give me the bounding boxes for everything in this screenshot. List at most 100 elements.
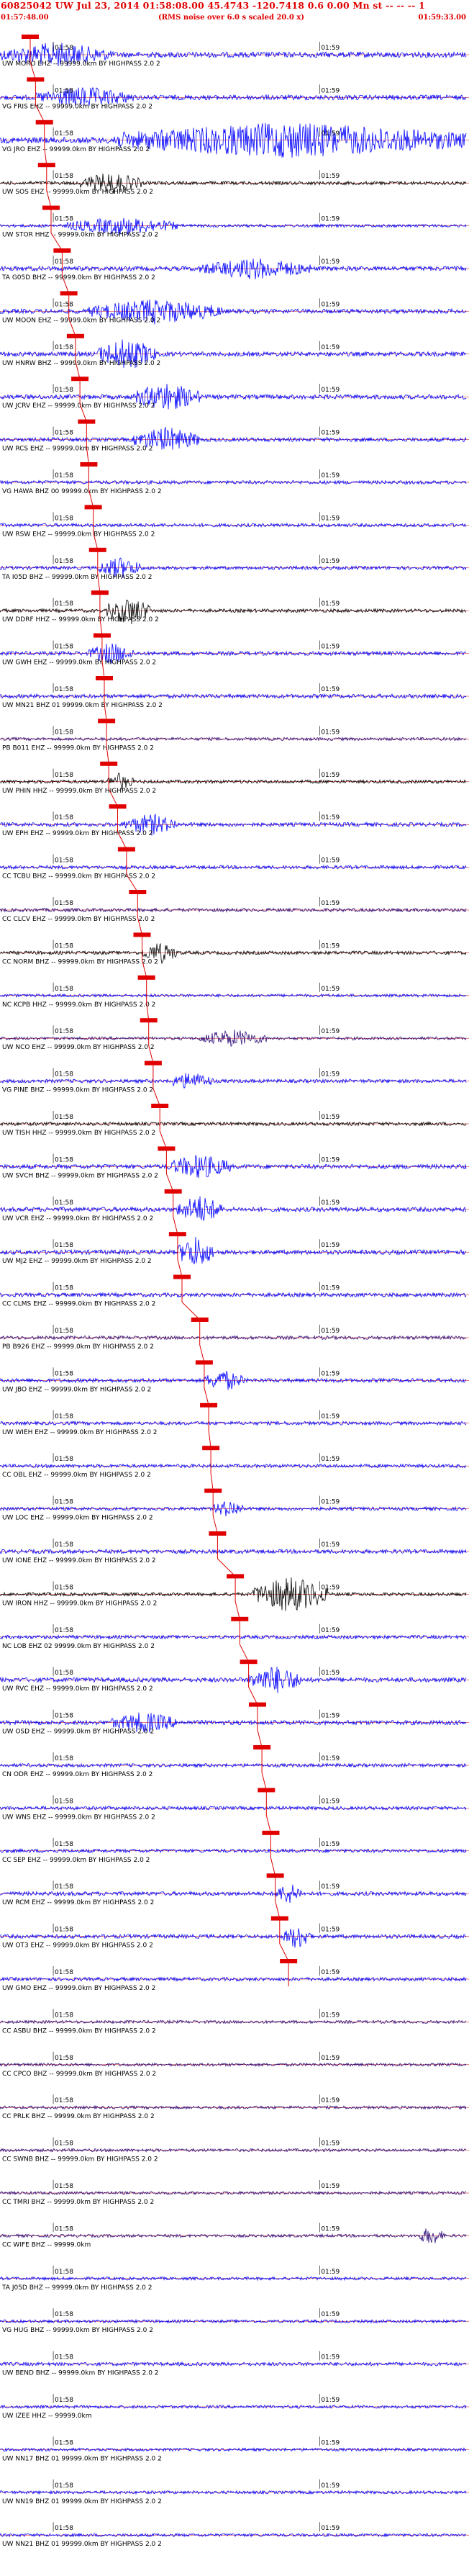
minute-tick-label: 01:59 [321, 2269, 340, 2276]
trace-row: UW IZEE HHZ -- 99999.0km 01:58 01:59 [0, 2394, 469, 2420]
station-label: VG PINE BHZ -- 99999.0km BY HIGHPASS 2.0… [2, 1087, 153, 1094]
minute-tick-label: 01:59 [321, 2525, 340, 2532]
seismogram-plot: UW MORO EHZ -- 99999.0km BY HIGHPASS 2.0… [0, 35, 469, 2548]
station-label: UW MN21 BHZ 01 99999.0km BY HIGHPASS 2.0… [2, 702, 163, 709]
station-label: UW HNRW BHZ -- 99999.0km BY HIGHPASS 2.0… [2, 360, 160, 367]
trace-row: UW WIEH EHZ -- 99999.0km BY HIGHPASS 2.0… [0, 1402, 469, 1436]
minute-tick-label: 01:58 [55, 1156, 73, 1163]
station-label: UW MOON EHZ -- 99999.0km BY HIGHPASS 2.0… [2, 317, 160, 324]
station-label: VG HAWA BHZ 00 99999.0km BY HIGHPASS 2.0… [2, 488, 162, 495]
station-label: UW IZEE HHZ -- 99999.0km [2, 2413, 92, 2420]
minute-tick-label: 01:58 [55, 1028, 73, 1035]
minute-tick-label: 01:59 [321, 1370, 340, 1377]
station-label: UW DDRF HHZ -- 99999.0km BY HIGHPASS 2.0… [2, 616, 159, 623]
trace-row: VG HUG BHZ -- 99999.0km BY HIGHPASS 2.0 … [0, 2308, 469, 2334]
station-label: UW NN19 BHZ 01 99999.0km BY HIGHPASS 2.0… [2, 2498, 162, 2505]
minute-tick-label: 01:59 [321, 1755, 340, 1762]
minute-tick-label: 01:58 [55, 430, 73, 437]
minute-tick-label: 01:59 [321, 1927, 340, 1934]
trace-row: UW RCS EHZ -- 99999.0km BY HIGHPASS 2.0 … [0, 419, 469, 453]
trace-row: VG FRIS EHZ -- 99999.0km BY HIGHPASS 2.0… [0, 77, 469, 110]
trace-row: UW HNRW BHZ -- 99999.0km BY HIGHPASS 2.0… [0, 333, 469, 368]
minute-tick-label: 01:59 [321, 558, 340, 565]
minute-tick-label: 01:59 [321, 387, 340, 394]
station-label: PB B926 EHZ -- 99999.0km BY HIGHPASS 2.0… [2, 1343, 154, 1351]
minute-tick-label: 01:58 [55, 686, 73, 693]
station-label: UW GMO EHZ -- 99999.0km BY HIGHPASS 2.0 … [2, 1985, 155, 1992]
trace-row: UW PHIN HHZ -- 99999.0km BY HIGHPASS 2.0… [0, 761, 469, 795]
minute-tick-label: 01:58 [55, 2055, 73, 2062]
minute-tick-label: 01:59 [321, 45, 340, 52]
minute-tick-label: 01:59 [321, 344, 340, 351]
minute-tick-label: 01:58 [55, 2225, 73, 2233]
trace-row: UW JCRV EHZ -- 99999.0km BY HIGHPASS 2.0… [0, 377, 469, 410]
minute-tick-label: 01:59 [321, 87, 340, 94]
station-label: UW STOR HHZ -- 99999.0km BY HIGHPASS 2.0… [2, 232, 158, 239]
trace-row: CC CLCV EHZ -- 99999.0km BY HIGHPASS 2.0… [0, 890, 469, 923]
minute-tick-label: 01:59 [321, 1541, 340, 1549]
station-label: UW IRON HHZ -- 99999.0km BY HIGHPASS 2.0… [2, 1600, 157, 1607]
minute-tick-label: 01:58 [55, 1328, 73, 1335]
event-title: 60825042 UW Jul 23, 2014 01:58:08.00 45.… [1, 0, 425, 11]
station-label: UW IONE EHZ -- 99999.0km BY HIGHPASS 2.0… [2, 1557, 156, 1564]
minute-tick-label: 01:59 [321, 173, 340, 180]
station-label: TA I05D BHZ -- 99999.0km BY HIGHPASS 2.0… [1, 574, 152, 581]
minute-tick-label: 01:58 [55, 130, 73, 138]
minute-tick-label: 01:59 [321, 1883, 340, 1891]
station-label: UW RCM EHZ -- 99999.0km BY HIGHPASS 2.0 … [2, 1899, 154, 1906]
moveout-line [29, 37, 289, 1986]
trace-row: UW LOC EHZ -- 99999.0km BY HIGHPASS 2.0 … [0, 1488, 469, 1522]
station-label: VG JRO EHZ -- 99999.0km BY HIGHPASS 2.0 … [2, 146, 150, 153]
station-label: CC CPCO BHZ -- 99999.0km BY HIGHPASS 2.0… [2, 2071, 156, 2078]
minute-tick-label: 01:58 [55, 2183, 73, 2190]
minute-tick-label: 01:58 [55, 344, 73, 351]
minute-tick-label: 01:59 [321, 2311, 340, 2318]
minute-tick-label: 01:59 [321, 729, 340, 736]
trace-row: NC LOB EHZ 02 99999.0km BY HIGHPASS 2.0 … [0, 1616, 469, 1650]
minute-tick-label: 01:59 [321, 2055, 340, 2062]
trace-row: VG HAWA BHZ 00 99999.0km BY HIGHPASS 2.0… [0, 462, 469, 495]
station-label: UW OT3 EHZ -- 99999.0km BY HIGHPASS 2.0 … [2, 1942, 153, 1950]
waveform [0, 2404, 467, 2410]
trace-row: UW OSD EHZ -- 99999.0km BY HIGHPASS 2.0 … [0, 1702, 469, 1736]
station-label: UW OSD EHZ -- 99999.0km BY HIGHPASS 2.0 … [2, 1729, 154, 1736]
minute-tick-label: 01:58 [55, 1584, 73, 1591]
station-label: UW JCRV EHZ -- 99999.0km BY HIGHPASS 2.0… [2, 402, 155, 410]
trace-row: UW IRON HHZ -- 99999.0km BY HIGHPASS 2.0… [0, 1574, 469, 1611]
scale-note: (RMS noise over 6.0 s scaled 20.0 x) [158, 14, 304, 22]
station-label: UW BEND BHZ -- 99999.0km BY HIGHPASS 2.0… [2, 2370, 159, 2377]
minute-tick-label: 01:58 [55, 942, 73, 950]
trace-row: UW TISH HHZ -- 99999.0km BY HIGHPASS 2.0… [0, 1104, 469, 1137]
minute-tick-label: 01:58 [55, 1456, 73, 1463]
minute-tick-label: 01:58 [55, 1242, 73, 1249]
trace-row: CC NORM BHZ -- 99999.0km BY HIGHPASS 2.0… [0, 932, 469, 965]
minute-tick-label: 01:58 [55, 87, 73, 94]
trace-row: UW NN19 BHZ 01 99999.0km BY HIGHPASS 2.0… [0, 2479, 469, 2505]
trace-row: VG PINE BHZ -- 99999.0km BY HIGHPASS 2.0… [0, 1060, 469, 1094]
minute-tick-label: 01:58 [55, 558, 73, 565]
trace-row: UW MN21 BHZ 01 99999.0km BY HIGHPASS 2.0… [0, 676, 469, 709]
minute-tick-label: 01:59 [321, 772, 340, 779]
minute-tick-label: 01:59 [321, 2439, 340, 2446]
station-label: VG FRIS EHZ -- 99999.0km BY HIGHPASS 2.0… [2, 103, 152, 110]
minute-tick-label: 01:59 [321, 600, 340, 608]
minute-tick-label: 01:58 [55, 2397, 73, 2404]
trace-row: CN ODR EHZ -- 99999.0km BY HIGHPASS 2.0 … [0, 1745, 469, 1778]
record-header: 60825042 UW Jul 23, 2014 01:58:08.00 45.… [0, 0, 469, 27]
minute-tick-label: 01:59 [321, 216, 340, 223]
minute-tick-label: 01:59 [321, 1713, 340, 1720]
station-label: UW WNS EHZ -- 99999.0km BY HIGHPASS 2.0 … [2, 1814, 155, 1821]
minute-tick-label: 01:59 [321, 2140, 340, 2148]
minute-tick-label: 01:59 [321, 2482, 340, 2490]
minute-tick-label: 01:58 [55, 1413, 73, 1420]
trace-row: CC TCBU BHZ -- 99999.0km BY HIGHPASS 2.0… [0, 847, 469, 881]
minute-tick-label: 01:58 [55, 2311, 73, 2318]
trace-row: UW NN21 BHZ 01 99999.0km BY HIGHPASS 2.0… [0, 2522, 469, 2548]
minute-tick-label: 01:59 [321, 1242, 340, 1249]
minute-tick-label: 01:58 [55, 1627, 73, 1634]
minute-tick-label: 01:58 [55, 772, 73, 779]
trace-row: PB B011 EHZ -- 99999.0km BY HIGHPASS 2.0… [0, 719, 469, 752]
trace-row: UW GWH EHZ -- 99999.0km BY HIGHPASS 2.0 … [0, 633, 469, 667]
minute-tick-label: 01:58 [55, 1541, 73, 1549]
minute-tick-label: 01:59 [321, 1114, 340, 1121]
